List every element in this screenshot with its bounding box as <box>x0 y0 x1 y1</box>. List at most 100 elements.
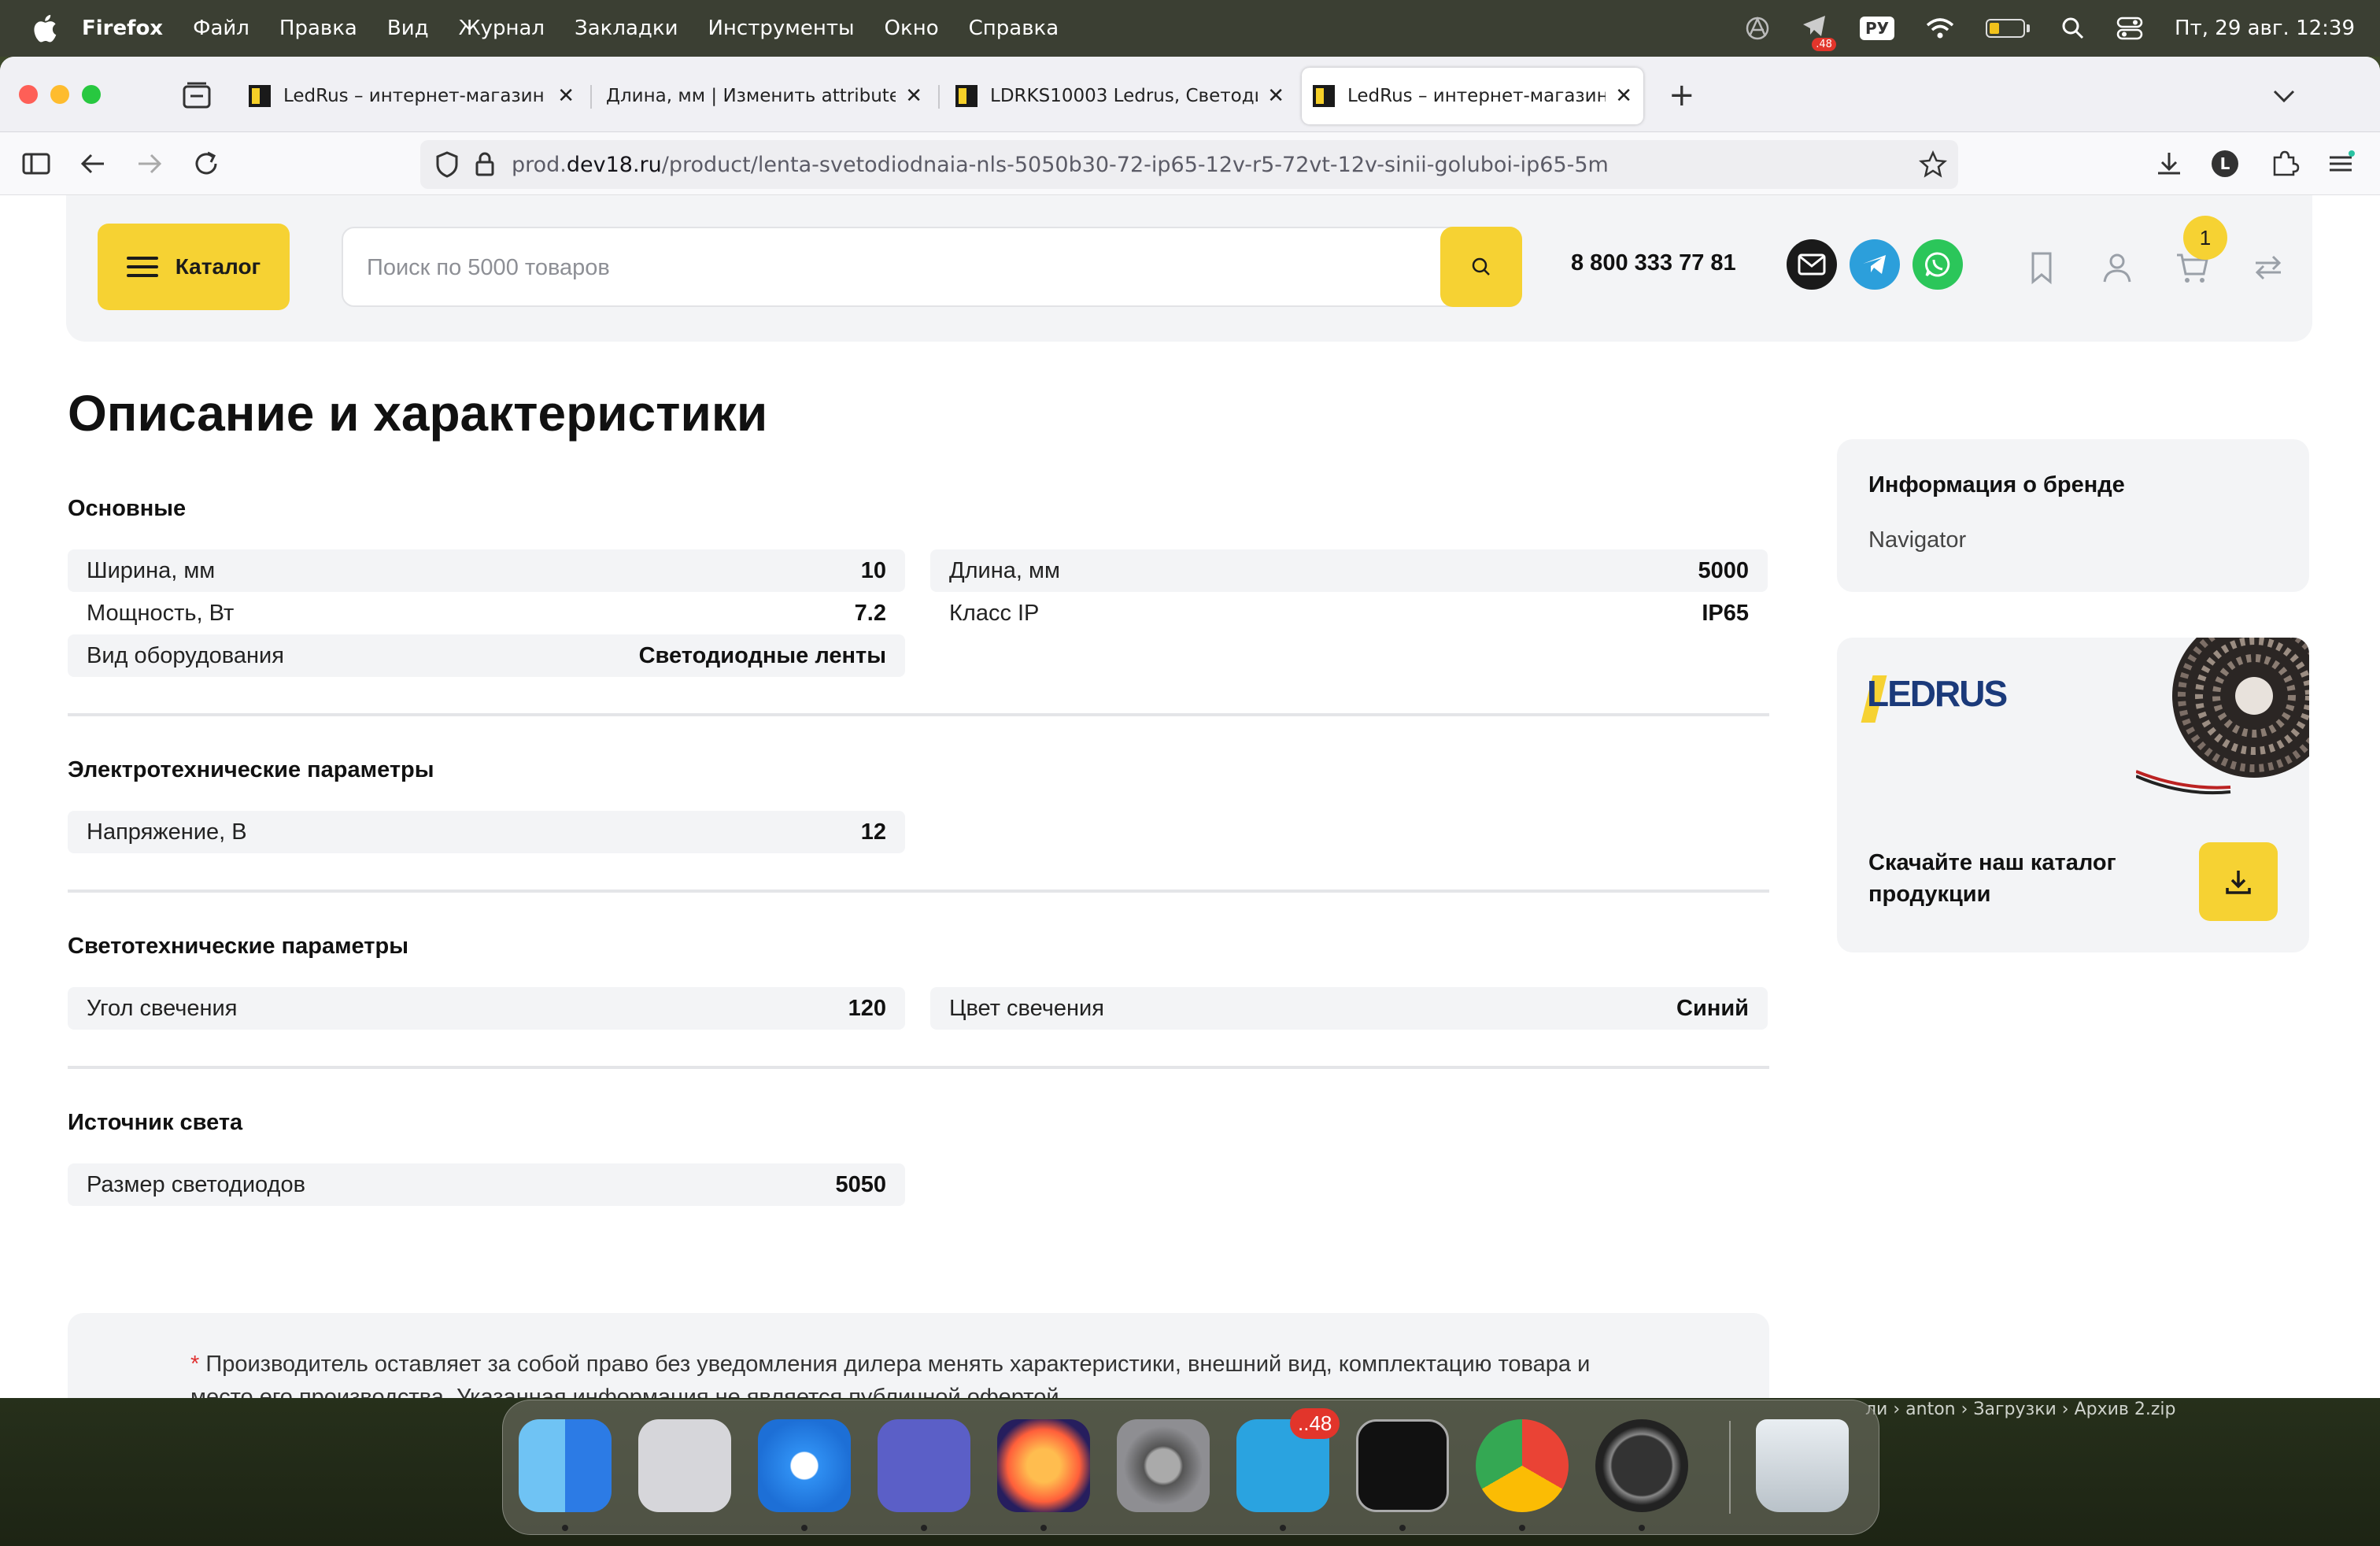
download-catalog-button[interactable] <box>2199 842 2278 921</box>
chrome-dock-icon[interactable] <box>1476 1419 1569 1512</box>
section-title-light-source: Источник света <box>68 1110 243 1135</box>
menu-edit[interactable]: Правка <box>279 17 357 40</box>
telegram-tray-icon[interactable]: .48 <box>1802 14 1836 51</box>
menu-help[interactable]: Справка <box>969 17 1059 40</box>
search-button[interactable] <box>1440 227 1522 307</box>
brand-info-card: Информация о бренде Navigator <box>1837 439 2309 592</box>
firefox-view-icon[interactable] <box>179 79 214 113</box>
wifi-icon[interactable] <box>1926 17 1954 39</box>
section-title-main: Основные <box>68 496 187 521</box>
catalog-button-label: Каталог <box>175 254 261 279</box>
menu-bookmarks[interactable]: Закладки <box>575 17 678 40</box>
finder-dock-icon[interactable] <box>519 1419 612 1512</box>
section-title-electrical: Электротехнические параметры <box>68 757 434 782</box>
running-indicator <box>1280 1525 1286 1531</box>
sidebar-toggle-icon[interactable] <box>20 148 52 179</box>
spec-label: Мощность, Вт <box>87 600 235 626</box>
user-profile-icon[interactable] <box>2098 249 2136 287</box>
menu-bar: Firefox Файл Правка Вид Журнал Закладки … <box>0 0 2380 57</box>
running-indicator <box>1040 1525 1047 1531</box>
tab-edit-attribute[interactable]: Длина, мм | Изменить attribute | Ад ✕ <box>595 68 933 124</box>
account-avatar[interactable]: L <box>2212 150 2238 177</box>
forward-arrow-icon[interactable] <box>134 148 165 179</box>
spec-row: Вид оборудования Светодиодные ленты <box>68 634 905 677</box>
disclaimer-text: Производитель оставляет за собой право б… <box>190 1352 1591 1398</box>
running-indicator <box>1639 1525 1645 1531</box>
system-settings-dock-icon[interactable] <box>1117 1419 1210 1512</box>
section-title-lighting: Светотехнические параметры <box>68 934 408 959</box>
spec-value: 10 <box>860 557 886 583</box>
close-tab-icon[interactable]: ✕ <box>1615 84 1632 108</box>
tab-ldrks10003[interactable]: LDRKS10003 Ledrus, Светодио ✕ <box>944 68 1295 124</box>
spec-value: 5000 <box>1698 557 1749 583</box>
ledrus-logo: LEDRUS <box>1861 672 2008 723</box>
teams-dock-icon[interactable] <box>878 1419 970 1512</box>
bookmark-star-icon[interactable] <box>1919 150 1947 179</box>
whatsapp-button[interactable] <box>1913 239 1963 290</box>
battery-icon[interactable] <box>1986 19 2026 38</box>
menu-view[interactable]: Вид <box>387 17 429 40</box>
compare-arrows-icon[interactable] <box>2249 249 2287 287</box>
close-window-button[interactable] <box>19 85 38 104</box>
tab-ledrus-active[interactable]: LedRus – интернет-магазин св ✕ <box>1302 68 1643 124</box>
spec-row: Напряжение, В 12 <box>68 811 905 853</box>
spec-row: Ширина, мм 10 <box>68 549 905 592</box>
ledrus-favicon-icon <box>955 85 978 107</box>
spec-label: Напряжение, В <box>87 819 247 845</box>
anarchy-dock-icon[interactable] <box>1595 1419 1688 1512</box>
close-tab-icon[interactable]: ✕ <box>1267 84 1284 108</box>
email-button[interactable] <box>1787 239 1837 290</box>
apple-logo-icon[interactable] <box>30 13 58 44</box>
brand-name-link[interactable]: Navigator <box>1868 527 1966 553</box>
telegram-button[interactable] <box>1850 239 1900 290</box>
zoom-window-button[interactable] <box>82 85 101 104</box>
back-arrow-icon[interactable] <box>77 148 109 179</box>
tab-title: Длина, мм | Изменить attribute | Ад <box>606 86 896 106</box>
firefox-dock-icon[interactable] <box>997 1419 1090 1512</box>
menu-history[interactable]: Журнал <box>459 17 545 40</box>
control-center-icon[interactable] <box>2116 17 2143 40</box>
spec-value: 12 <box>860 819 886 845</box>
spotlight-search-icon[interactable] <box>2061 17 2085 40</box>
tab-separator <box>938 85 940 109</box>
lock-icon[interactable] <box>474 151 496 178</box>
search-input[interactable] <box>367 250 1390 285</box>
catalog-download-text: Скачайте наш каталог продукции <box>1868 850 2116 907</box>
safari-dock-icon[interactable] <box>758 1419 851 1512</box>
tray-badge: .48 <box>1812 37 1836 51</box>
reload-icon[interactable] <box>190 148 222 179</box>
phone-number-link[interactable]: 8 800 333 77 81 <box>1571 250 1736 276</box>
launchpad-dock-icon[interactable] <box>638 1419 731 1512</box>
downloads-icon[interactable] <box>2153 148 2185 179</box>
new-tab-button[interactable]: + <box>1669 77 1695 113</box>
burger-menu-icon <box>126 257 158 277</box>
menu-file[interactable]: Файл <box>193 17 249 40</box>
address-bar[interactable]: prod.dev18.ru/product/lenta-svetodiodnai… <box>420 140 1958 189</box>
input-source-indicator[interactable]: РУ <box>1859 17 1895 40</box>
trash-dock-icon[interactable] <box>1756 1419 1849 1512</box>
finder-path-bar: ли › anton › Загрузки › Архив 2.zip <box>1865 1400 2176 1419</box>
catalog-button[interactable]: Каталог <box>98 224 290 310</box>
clock[interactable]: Пт, 29 авг. 12:39 <box>2175 17 2355 40</box>
anarchy-tray-icon[interactable] <box>1745 16 1770 41</box>
tracking-protection-shield-icon[interactable] <box>434 150 460 179</box>
menu-window[interactable]: Окно <box>885 17 939 40</box>
bookmark-icon[interactable] <box>2023 249 2060 287</box>
terminal-dock-icon[interactable] <box>1356 1419 1449 1512</box>
search-box <box>342 227 1522 307</box>
spec-row: Цвет свечения Синий <box>930 987 1768 1030</box>
close-tab-icon[interactable]: ✕ <box>905 84 922 108</box>
list-all-tabs-chevron-icon[interactable] <box>2268 80 2300 112</box>
section-divider <box>68 890 1769 893</box>
close-tab-icon[interactable]: ✕ <box>557 84 575 108</box>
window-controls <box>19 85 113 104</box>
section-divider <box>68 713 1769 716</box>
app-menu-hamburger-icon[interactable] <box>2325 148 2356 179</box>
menu-tools[interactable]: Инструменты <box>708 17 854 40</box>
menu-app-name[interactable]: Firefox <box>82 17 163 40</box>
ledrus-favicon-icon <box>249 85 271 107</box>
tab-ledrus-1[interactable]: LedRus – интернет-магазин св ✕ <box>238 68 586 124</box>
spec-label: Ширина, мм <box>87 557 216 583</box>
minimize-window-button[interactable] <box>50 85 69 104</box>
extensions-puzzle-icon[interactable] <box>2268 148 2300 179</box>
